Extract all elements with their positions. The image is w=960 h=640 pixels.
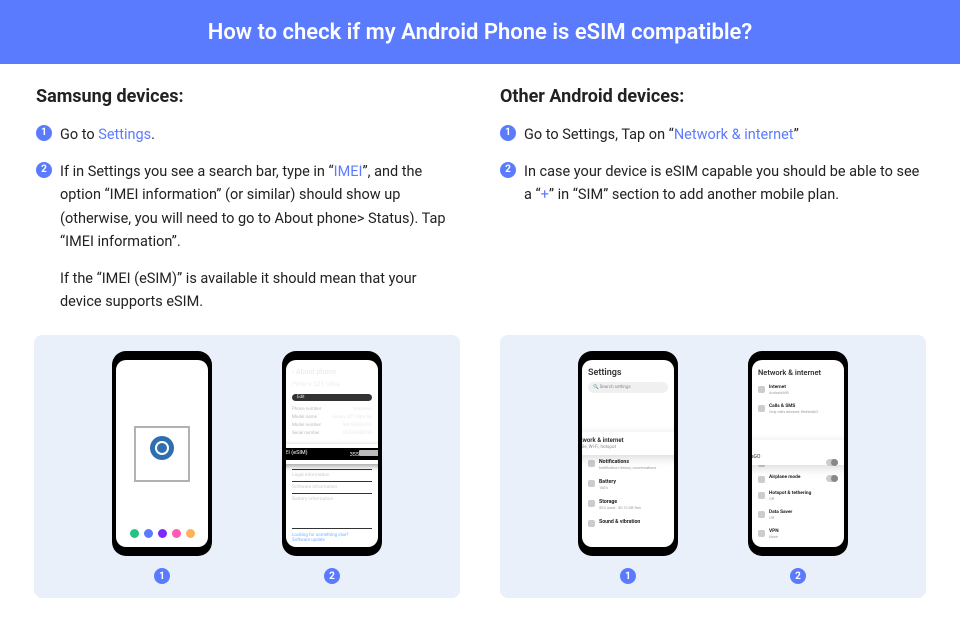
phone-screen: Settings (116, 360, 208, 547)
samsung-panel: Settings 1 ‹ About phone Peter's S21 Ult… (34, 335, 460, 598)
footer-hint: Looking for something else? Software upd… (292, 528, 372, 547)
device-name: Peter's S21 Ultra (292, 380, 372, 388)
imei-label: IMEI (eSIM) (286, 450, 308, 458)
step: 2 If in Settings you see a search bar, ty… (36, 160, 460, 313)
phone-frame: Settings (112, 351, 212, 556)
dock (116, 529, 208, 543)
other-shot-1: Settings 🔍 Search settings Network & int… (578, 351, 678, 584)
caption-badge: 2 (324, 568, 340, 584)
info-row: Serial numberR5CR50BXVM (292, 431, 372, 436)
item-icon (588, 500, 595, 507)
settings-tile-label: Settings (149, 463, 175, 471)
info-list: Status informationLegal informationSoftw… (292, 457, 372, 505)
list-item: Data SaverOff (758, 506, 838, 525)
step-text: In case your device is eSIM capable you … (524, 160, 924, 206)
toggle (826, 475, 838, 482)
list-item: VPNNone (758, 525, 838, 544)
item-icon (758, 386, 765, 393)
step-text: Go to Settings, Tap on “Network & intern… (524, 123, 924, 146)
samsung-column: Samsung devices: 1 Go to Settings. 2 If in … (36, 86, 460, 327)
phone-frame: Settings 🔍 Search settings Network & int… (578, 351, 678, 556)
edit-pill: Edit (292, 394, 372, 401)
item-icon (588, 460, 595, 467)
page-header: How to check if my Android Phone is eSIM… (0, 0, 960, 64)
other-column: Other Android devices: 1 Go to Settings, … (500, 86, 924, 327)
item-icon (758, 492, 765, 499)
info-row: Model numberSM-G998U/DS (292, 423, 372, 428)
list-item: Airplane mode (758, 471, 838, 487)
other-panel: Settings 🔍 Search settings Network & int… (500, 335, 926, 598)
list-item: InternetAndroidWifi (758, 381, 838, 400)
item-icon (758, 511, 765, 518)
screenshot-panels: Settings 1 ‹ About phone Peter's S21 Ult… (0, 335, 960, 598)
phone-screen: ‹ About phone Peter's S21 Ultra Edit Pho… (286, 360, 378, 547)
network-items-below: RedteaGOAirplane modeHotspot & tethering… (758, 455, 838, 547)
network-items-top: InternetAndroidWifiCalls & SMSOnly calls… (758, 381, 838, 419)
item-icon (588, 480, 595, 487)
caption-badge: 1 (154, 568, 170, 584)
step: 2 In case your device is eSIM capable you… (500, 160, 924, 206)
search-bar: 🔍 Search settings (588, 382, 668, 393)
step-extra: If the “IMEI (eSIM)” is available it sho… (60, 267, 460, 313)
callout-title: Network & internet (582, 437, 624, 444)
item-icon (588, 520, 595, 527)
list-item: Sound & vibration (588, 515, 668, 531)
step: 1 Go to Settings, Tap on “Network & inter… (500, 123, 924, 146)
list-item: Battery100% (588, 475, 668, 495)
other-shot-2: Network & internet InternetAndroidWifiCa… (748, 351, 848, 584)
phone-screen: Network & internet InternetAndroidWifiCa… (752, 360, 844, 547)
sim-name: RedteaGO (752, 454, 760, 460)
list-item: Storage52% used · 30.72 GB free (588, 495, 668, 515)
step-marker: 1 (500, 125, 516, 141)
step-marker: 1 (36, 125, 52, 141)
list-item: Calls & SMSOnly calls allowed, RedteaGO (758, 400, 838, 419)
network-title: Network & internet (758, 368, 838, 377)
gear-icon (150, 436, 174, 460)
network-internet-callout: Network & internet Mobile, Wi-Fi, hotspo… (582, 432, 674, 455)
sims-label: SIMs (752, 444, 844, 450)
item-icon (758, 476, 765, 483)
step-marker: 2 (500, 162, 516, 178)
samsung-steps: 1 Go to Settings. 2 If in Settings you see … (36, 123, 460, 313)
samsung-shot-2: ‹ About phone Peter's S21 Ultra Edit Pho… (282, 351, 382, 584)
toggle (826, 459, 838, 466)
samsung-shot-1: Settings 1 (112, 351, 212, 584)
phone-screen: Settings 🔍 Search settings Network & int… (582, 360, 674, 547)
list-item: Battery information (292, 493, 372, 505)
caption-badge: 2 (790, 568, 806, 584)
step: 1 Go to Settings. (36, 123, 460, 146)
step-text: If in Settings you see a search bar, typ… (60, 160, 460, 253)
list-item: NotificationsNotification history, conve… (588, 455, 668, 475)
info-row: Model nameGalaxy S21 Ultra 5G (292, 415, 372, 420)
phone-frame: ‹ About phone Peter's S21 Ultra Edit Pho… (282, 351, 382, 556)
masked-digits (359, 450, 378, 456)
other-heading: Other Android devices: (500, 86, 924, 107)
callout-sub: Mobile, Wi-Fi, hotspot (582, 445, 616, 450)
item-icon (758, 530, 765, 537)
item-icon (758, 405, 765, 412)
settings-title: Settings (588, 368, 668, 378)
other-steps: 1 Go to Settings, Tap on “Network & inter… (500, 123, 924, 207)
about-phone-title: ‹ About phone (292, 368, 372, 376)
imei-callout: IMEI (eSIM) 355 (286, 444, 378, 464)
samsung-heading: Samsung devices: (36, 86, 460, 107)
list-item: Hotspot & tetheringOff (758, 487, 838, 506)
list-item: Private DNS (758, 544, 838, 547)
settings-tile: Settings (136, 428, 188, 480)
info-row: Phone numberUnknown (292, 407, 372, 412)
phone-frame: Network & internet InternetAndroidWifiCa… (748, 351, 848, 556)
instruction-columns: Samsung devices: 1 Go to Settings. 2 If in … (0, 64, 960, 327)
imei-value: 355 (350, 450, 378, 458)
info-rows: Phone numberUnknown Model nameGalaxy S21 … (292, 407, 372, 439)
page-title: How to check if my Android Phone is eSIM… (208, 20, 752, 45)
step-marker: 2 (36, 162, 52, 178)
list-item: Legal information (292, 469, 372, 481)
step-text: Go to Settings. (60, 123, 460, 146)
list-item: Software information (292, 481, 372, 493)
caption-badge: 1 (620, 568, 636, 584)
